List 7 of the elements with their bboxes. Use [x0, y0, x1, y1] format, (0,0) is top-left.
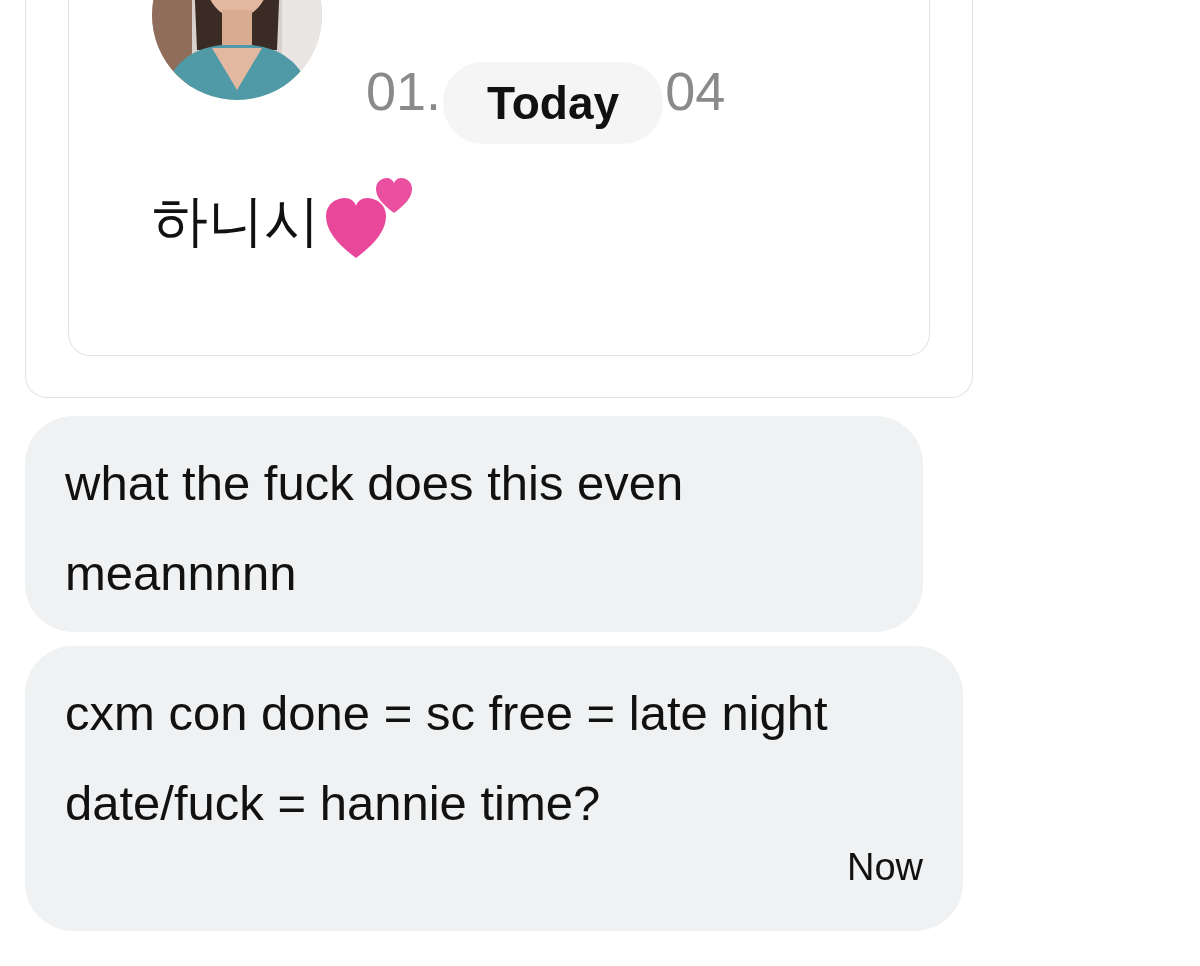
- message-text: cxm con done = sc free = late night date/fuck = hannie time?: [65, 685, 829, 832]
- message-time: Now: [846, 846, 923, 889]
- timestamp: 04: [665, 64, 726, 118]
- date-divider: Today: [443, 62, 664, 144]
- message-text: what the fuck does this even meannnnn: [65, 455, 685, 602]
- timestamp: 01.: [366, 64, 442, 118]
- message-text: 하니시: [152, 188, 320, 254]
